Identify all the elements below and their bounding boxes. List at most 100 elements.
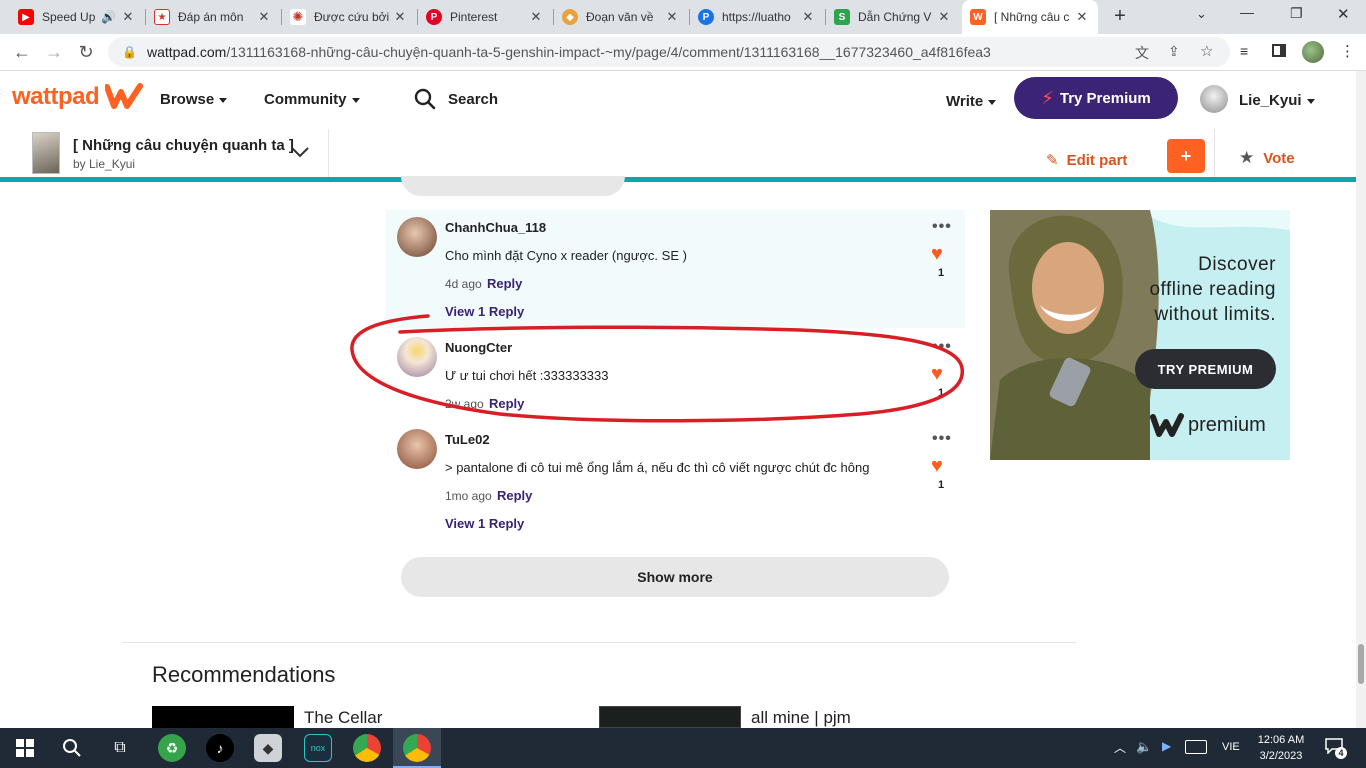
- edit-part-button[interactable]: ✎ Edit part: [1046, 151, 1127, 170]
- scrollbar-thumb[interactable]: [1358, 644, 1364, 684]
- wattpad-logo[interactable]: wattpad: [12, 83, 144, 111]
- chevron-down-icon[interactable]: [290, 145, 309, 158]
- more-options-icon[interactable]: •••: [932, 218, 952, 236]
- recommendation-title[interactable]: The Cellar: [304, 708, 382, 728]
- clock[interactable]: 12:06 AM 3/2/2023: [1254, 732, 1308, 764]
- tab-8-active[interactable]: W [ Những câu c ✕: [962, 0, 1098, 34]
- reply-button[interactable]: Reply: [497, 488, 532, 503]
- caret-down-icon: [1306, 98, 1315, 104]
- ad-line-1: Discover: [1198, 254, 1276, 275]
- windows-start-icon[interactable]: [16, 739, 34, 762]
- avatar[interactable]: [397, 429, 437, 469]
- user-menu[interactable]: Lie_Kyui: [1239, 92, 1315, 109]
- recommendation-cover[interactable]: [599, 706, 741, 728]
- comment-text: Cho mình đặt Cyno x reader (ngược. SE ): [445, 248, 687, 263]
- reading-list-icon[interactable]: ≡: [1240, 43, 1248, 59]
- reply-button[interactable]: Reply: [487, 276, 522, 291]
- taskbar-search-icon[interactable]: [62, 738, 82, 763]
- speaker-icon[interactable]: 🔊: [101, 10, 116, 24]
- view-replies-link[interactable]: View 1 Reply: [445, 516, 524, 531]
- roblox-icon[interactable]: ◆: [254, 734, 282, 762]
- tab-6[interactable]: P https://luatho ✕: [690, 0, 824, 34]
- tab-5[interactable]: ◆ Đoạn văn về ✕: [554, 0, 688, 34]
- red-annotation-circle: [350, 314, 964, 423]
- browse-menu[interactable]: Browse: [160, 91, 228, 108]
- bluetooth-icon[interactable]: ▶: [1162, 739, 1171, 753]
- write-menu[interactable]: Write: [946, 93, 997, 110]
- story-cover[interactable]: [32, 132, 60, 174]
- search-icon: [414, 88, 436, 110]
- language-indicator[interactable]: VIE: [1222, 741, 1240, 753]
- menu-kebab-icon[interactable]: ⋮: [1340, 42, 1355, 60]
- close-icon[interactable]: ✕: [800, 9, 816, 25]
- show-more-button[interactable]: Show more: [401, 557, 949, 597]
- wattpad-icon: W: [970, 9, 986, 25]
- show-hidden-icons[interactable]: ︿: [1114, 739, 1126, 756]
- story-author[interactable]: by Lie_Kyui: [73, 157, 135, 171]
- tiktok-icon[interactable]: ♪: [206, 734, 234, 762]
- close-icon[interactable]: ✕: [392, 9, 408, 25]
- heart-icon[interactable]: ♥: [931, 455, 943, 478]
- caret-down-icon: [351, 97, 360, 103]
- share-icon[interactable]: ⇪: [1168, 43, 1180, 60]
- side-panel-icon[interactable]: [1272, 44, 1286, 57]
- bookmark-star-icon[interactable]: ☆: [1200, 42, 1213, 60]
- community-menu[interactable]: Community: [264, 91, 360, 108]
- law-icon: P: [698, 9, 714, 25]
- app-green-icon[interactable]: ♻: [158, 734, 186, 762]
- comment-username[interactable]: TuLe02: [445, 432, 490, 447]
- tab-2[interactable]: ★ Đáp án môn ✕: [146, 0, 280, 34]
- tab-title: Đoạn văn về: [586, 10, 654, 24]
- browse-label: Browse: [160, 91, 215, 108]
- close-icon[interactable]: ✕: [120, 9, 136, 25]
- notification-center[interactable]: 4: [1325, 738, 1347, 759]
- chrome-icon[interactable]: [353, 734, 381, 762]
- avatar[interactable]: [397, 217, 437, 257]
- recommendation-cover[interactable]: [152, 706, 294, 728]
- vote-button[interactable]: ★ Vote: [1239, 148, 1295, 168]
- user-avatar[interactable]: [1200, 85, 1228, 113]
- volume-icon[interactable]: 🔈: [1136, 739, 1152, 755]
- nox-icon[interactable]: nox: [304, 734, 332, 762]
- story-title[interactable]: [ Những câu chuyện quanh ta ]: [73, 137, 294, 154]
- tab-7[interactable]: S Dẫn Chứng V ✕: [826, 0, 960, 34]
- divider: [328, 129, 329, 177]
- back-arrow-icon[interactable]: ←: [9, 39, 35, 65]
- heart-icon[interactable]: ♥: [931, 243, 943, 266]
- close-icon[interactable]: ✕: [936, 9, 952, 25]
- try-premium-button[interactable]: ⚡ Try Premium: [1014, 77, 1178, 119]
- more-options-icon[interactable]: •••: [932, 430, 952, 448]
- close-icon[interactable]: ✕: [256, 9, 272, 25]
- tab-title: Được cứu bởi: [314, 10, 390, 24]
- close-icon[interactable]: ✕: [664, 9, 680, 25]
- tab-1[interactable]: ▶ Speed Up 🔊 ✕: [10, 0, 144, 34]
- profile-avatar[interactable]: [1302, 41, 1324, 63]
- tab-title: Pinterest: [450, 10, 498, 24]
- chrome-profile-icon[interactable]: [403, 734, 431, 762]
- tab-search-icon[interactable]: ⌄: [1196, 6, 1207, 22]
- task-view-icon[interactable]: ⧉: [106, 734, 134, 762]
- close-window-icon[interactable]: ✕: [1337, 5, 1350, 23]
- keyboard-icon[interactable]: [1185, 740, 1207, 754]
- premium-advertisement[interactable]: Discover offline reading without limits.…: [990, 210, 1290, 460]
- new-tab-button[interactable]: +: [1108, 5, 1132, 29]
- tab-3[interactable]: ✺ Được cứu bởi ✕: [282, 0, 416, 34]
- close-icon[interactable]: ✕: [1074, 9, 1090, 25]
- add-to-list-button[interactable]: +: [1167, 139, 1205, 173]
- star-icon: ★: [154, 9, 170, 25]
- search-box[interactable]: Search: [414, 88, 498, 110]
- like-count: 1: [937, 267, 945, 279]
- comment-username[interactable]: ChanhChua_118: [445, 220, 546, 235]
- page-scrollbar[interactable]: [1356, 71, 1366, 728]
- restore-icon[interactable]: ❐: [1290, 5, 1303, 22]
- reading-progress-bar: [0, 177, 1356, 182]
- forward-arrow-icon[interactable]: →: [41, 39, 67, 65]
- minimize-icon[interactable]: —: [1240, 4, 1254, 20]
- address-bar[interactable]: 🔒 wattpad.com/1311163168-những-câu-chuyệ…: [108, 37, 1230, 67]
- reload-icon[interactable]: ↻: [73, 39, 99, 65]
- close-icon[interactable]: ✕: [528, 9, 544, 25]
- recommendation-title[interactable]: all mine | pjm: [751, 708, 851, 728]
- ad-try-premium-button[interactable]: TRY PREMIUM: [1135, 349, 1276, 389]
- tab-4[interactable]: P Pinterest ✕: [418, 0, 552, 34]
- translate-icon[interactable]: ⽂: [1135, 43, 1149, 63]
